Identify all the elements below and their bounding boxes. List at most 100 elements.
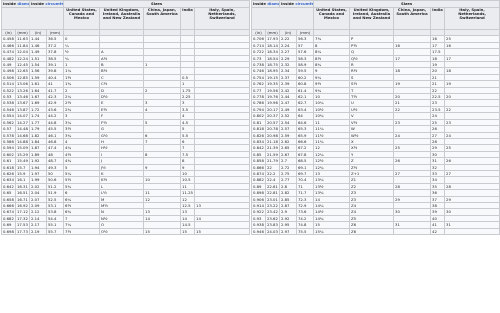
cell-diameter-mm: 11.84	[14, 41, 31, 50]
cell-diameter-in: 0.754	[251, 73, 266, 82]
diameter-link[interactable]: diameter	[17, 2, 28, 7]
cell-diameter-in: 0.682	[1, 214, 16, 223]
cell-diameter-mm: 15.29	[14, 150, 31, 159]
cell-diameter-mm: 16.31	[14, 182, 31, 191]
cell-diameter-mm: 20.98	[264, 131, 281, 139]
cell-diameter-mm: 12.45	[14, 60, 31, 69]
cell-diameter-mm: 13.67	[14, 99, 31, 107]
cell-diameter-in: 0.778	[251, 93, 266, 101]
cell-diameter-mm: 20.57	[264, 118, 281, 127]
cell-diameter-mm: 22.61	[264, 182, 281, 191]
cell-diameter-in: 0.458	[1, 35, 16, 43]
cell-diameter-in: 0.642	[1, 182, 16, 191]
header-spacer	[0, 7, 65, 30]
inside-diameter-header: Inside diameter	[250, 0, 281, 8]
cell-size-india: 42	[430, 227, 446, 236]
cell-diameter-mm: 20.37	[264, 112, 281, 120]
cell-diameter-in: 0.586	[1, 137, 16, 146]
cell-diameter-mm: 14.48	[14, 125, 31, 133]
circumference-link[interactable]: circumference	[45, 2, 62, 7]
cell-diameter-mm: 15.49	[14, 157, 31, 165]
cell-diameter-in: 0.514	[1, 80, 16, 88]
cell-size-india: 15	[180, 227, 196, 236]
cell-diameter-in: 0.706	[251, 35, 266, 43]
circumference-link[interactable]: circumference	[295, 2, 312, 7]
cell-diameter-in: 0.578	[1, 131, 16, 139]
cell-diameter-in: 0.474	[1, 48, 16, 56]
cell-circumference-mm: 75.5	[296, 227, 315, 236]
cell-diameter-in: 0.594	[1, 144, 16, 152]
cell-diameter-mm: 20.17	[264, 105, 281, 114]
cell-diameter-in: 0.882	[251, 176, 266, 184]
col-header-us: United States, Canada and Mexico	[313, 7, 351, 30]
col-header-italy: Italy, Spain, Netherlands, Switzerland	[444, 7, 500, 30]
cell-diameter-in: 0.634	[1, 176, 16, 184]
cell-diameter-mm: 23.83	[264, 221, 281, 229]
cell-diameter-mm: 21.39	[264, 144, 281, 152]
cell-diameter-mm: 17.93	[264, 35, 281, 43]
cell-diameter-in: 0.498	[1, 67, 16, 75]
col-header-china: China, Japan, South America	[393, 7, 432, 30]
unit-mm: (mm)	[264, 28, 281, 37]
cell-diameter-mm: 17.73	[14, 227, 31, 236]
cell-diameter-mm: 18.54	[264, 54, 281, 63]
unit-mm: (mm)	[14, 28, 31, 37]
cell-diameter-mm: 12.24	[14, 54, 31, 63]
cell-diameter-mm: 23.01	[264, 195, 281, 204]
cell-diameter-in: 0.538	[1, 99, 16, 107]
header-spacer	[250, 7, 315, 30]
cell-size-china: 15	[143, 227, 182, 236]
cell-diameter-in: 0.722	[251, 48, 266, 56]
cell-diameter-mm: 18.95	[264, 67, 281, 75]
cell-diameter-in: 0.898	[251, 189, 266, 197]
cell-size-italy	[444, 227, 500, 236]
cell-diameter-mm: 16.92	[14, 201, 31, 210]
cell-diameter-in: 0.626	[1, 169, 16, 178]
cell-diameter-mm: 19.56	[264, 86, 281, 95]
cell-diameter-mm: 21.59	[264, 150, 281, 159]
cell-diameter-mm: 23.62	[264, 214, 281, 223]
cell-diameter-in: 0.666	[1, 201, 16, 210]
col-header-india: India	[180, 7, 196, 30]
cell-diameter-mm: 15.09	[14, 144, 31, 152]
cell-diameter-in: 0.922	[251, 208, 266, 216]
cell-diameter-mm: 17.12	[14, 208, 31, 216]
cell-diameter-in: 0.466	[1, 41, 16, 50]
cell-diameter-mm: 16.51	[14, 189, 31, 197]
diameter-link[interactable]: diameter	[267, 2, 278, 7]
cell-diameter-in: 0.866	[251, 163, 266, 171]
cell-diameter-mm: 17.53	[14, 221, 31, 229]
cell-diameter-mm: 18.75	[264, 60, 281, 69]
cell-diameter-in: 0.802	[251, 112, 266, 120]
cell-size-us: 7½	[63, 227, 101, 236]
inside-circumference-header: Inside circumference	[279, 0, 315, 8]
cell-diameter-mm: 16.71	[14, 195, 31, 204]
cell-diameter-in: 0.506	[1, 73, 16, 82]
cell-diameter-mm: 19.76	[264, 93, 281, 101]
cell-diameter-in: 0.938	[251, 221, 266, 229]
col-header-uk: United Kingdom, Ireland, Australia and N…	[99, 7, 145, 30]
cell-diameter-in: 0.674	[1, 208, 16, 216]
cell-diameter-mm: 12.85	[14, 73, 31, 82]
cell-diameter-mm: 23.42	[264, 208, 281, 216]
cell-diameter-mm: 14.68	[14, 131, 31, 139]
cell-size-uk: O½	[99, 227, 145, 236]
table-body-left: 0.458 11.63 1.44 36.5 0 0.466 11.84 1.46 37.2 ¼ 0.…	[1, 35, 251, 236]
table-row: 0.698 17.73 2.19 55.7 7½ O½ 15 15 15	[1, 227, 251, 236]
cell-diameter-mm: 17.32	[14, 214, 31, 223]
cell-diameter-mm: 12.04	[14, 48, 31, 56]
col-header-italy: Italy, Spain, Netherlands, Switzerland	[194, 7, 251, 30]
cell-diameter-in: 0.482	[1, 54, 16, 63]
cell-diameter-in: 0.906	[251, 195, 266, 204]
cell-diameter-mm: 13.87	[14, 105, 31, 114]
cell-size-uk: Z6	[349, 227, 395, 236]
cell-diameter-mm: 19.35	[264, 80, 281, 88]
cell-diameter-in: 0.914	[251, 201, 266, 210]
sizes-header: Sizes	[63, 0, 251, 8]
cell-diameter-in: 0.834	[251, 137, 266, 146]
sizes-header: Sizes	[313, 0, 500, 8]
cell-diameter-in: 0.554	[1, 112, 16, 120]
cell-diameter-in: 0.738	[251, 60, 266, 69]
cell-diameter-in: 0.946	[251, 227, 266, 236]
cell-size-italy: 15	[194, 227, 251, 236]
